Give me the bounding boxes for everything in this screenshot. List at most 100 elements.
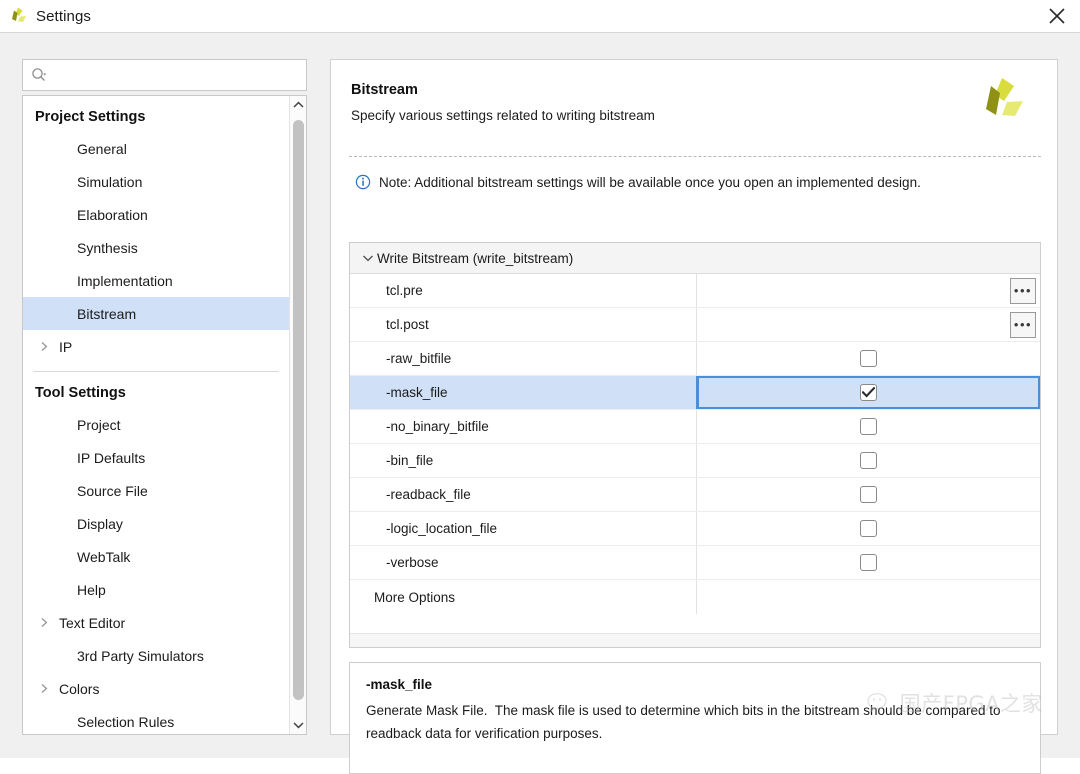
sidebar-item-help[interactable]: Help (23, 573, 289, 606)
vivado-logo-icon (975, 74, 1027, 126)
sidebar-item-elaboration[interactable]: Elaboration (23, 198, 289, 231)
option-value[interactable] (697, 376, 1040, 409)
table-row[interactable]: More Options (350, 580, 1040, 614)
option-value[interactable] (697, 546, 1040, 579)
note-text: Note: Additional bitstream settings will… (379, 174, 921, 190)
settings-navigation-pane: Project Settings General Simulation Elabora… (22, 59, 307, 735)
header-divider (349, 156, 1041, 157)
browse-ellipsis-button[interactable]: ••• (1010, 278, 1036, 304)
chevron-right-icon[interactable] (35, 617, 53, 628)
sidebar-item-simulation[interactable]: Simulation (23, 165, 289, 198)
sidebar-group-title: Tool Settings (35, 385, 126, 401)
search-icon (30, 66, 48, 84)
checkbox-unchecked[interactable] (860, 418, 877, 435)
option-value[interactable]: ••• (697, 274, 1040, 307)
chevron-right-icon[interactable] (35, 683, 53, 694)
sidebar-item-3rd-party-simulators[interactable]: 3rd Party Simulators (23, 639, 289, 672)
note-message: Note: Additional bitstream settings will… (331, 156, 1057, 204)
sidebar-item-label: Text Editor (59, 614, 126, 631)
sidebar-item-source-file[interactable]: Source File (23, 474, 289, 507)
sidebar-item-label: Simulation (77, 173, 143, 190)
sidebar-item-label: IP Defaults (77, 449, 146, 466)
sidebar-item-label: Display (77, 515, 123, 532)
sidebar-item-label: Synthesis (77, 239, 138, 256)
sidebar-group-divider (33, 371, 279, 372)
option-name: -logic_location_file (350, 512, 697, 545)
sidebar-item-colors[interactable]: Colors (23, 672, 289, 705)
option-value[interactable] (697, 580, 1040, 614)
sidebar-item-ip-defaults[interactable]: IP Defaults (23, 441, 289, 474)
table-row[interactable]: -raw_bitfile (350, 342, 1040, 376)
option-name: tcl.pre (350, 274, 697, 307)
options-table-rows: tcl.pre ••• tcl.post ••• -raw_bitfile -mask_f… (350, 274, 1040, 614)
search-box[interactable] (22, 59, 307, 91)
table-row[interactable]: tcl.pre ••• (350, 274, 1040, 308)
option-value[interactable] (697, 410, 1040, 443)
table-row[interactable]: -mask_file (350, 376, 1040, 410)
table-row[interactable]: -logic_location_file (350, 512, 1040, 546)
page-title: Bitstream (351, 82, 418, 98)
checkbox-unchecked[interactable] (860, 350, 877, 367)
sidebar-item-label: IP (59, 338, 73, 355)
sidebar-scrollbar[interactable] (289, 96, 306, 734)
sidebar-group-title: Project Settings (35, 109, 146, 125)
option-value[interactable] (697, 342, 1040, 375)
option-name: More Options (350, 580, 697, 614)
table-row[interactable]: -readback_file (350, 478, 1040, 512)
table-row[interactable]: -bin_file (350, 444, 1040, 478)
description-text: Generate Mask File. The mask file is use… (366, 703, 1005, 741)
checkbox-unchecked[interactable] (860, 554, 877, 571)
settings-tree-content: Project Settings General Simulation Elabora… (23, 96, 289, 734)
table-row[interactable]: tcl.post ••• (350, 308, 1040, 342)
sidebar-item-label: Selection Rules (77, 713, 175, 730)
browse-ellipsis-button[interactable]: ••• (1010, 312, 1036, 338)
close-button[interactable] (1034, 0, 1080, 32)
option-name: -bin_file (350, 444, 697, 477)
sidebar-item-synthesis[interactable]: Synthesis (23, 231, 289, 264)
sidebar-item-label: Project (77, 416, 121, 433)
sidebar-item-webtalk[interactable]: WebTalk (23, 540, 289, 573)
settings-detail-pane: Bitstream Specify various settings relat… (330, 59, 1058, 774)
scroll-up-arrow-icon[interactable] (290, 96, 306, 114)
option-name: -readback_file (350, 478, 697, 511)
window-title: Settings (36, 7, 91, 25)
sidebar-item-label: Help (77, 581, 106, 598)
page-subtitle: Specify various settings related to writ… (351, 108, 655, 123)
scroll-down-arrow-icon[interactable] (290, 716, 306, 734)
table-group-header[interactable]: Write Bitstream (write_bitstream) (350, 243, 1040, 274)
sidebar-scrollbar-thumb[interactable] (293, 120, 304, 700)
description-panel: -mask_file Generate Mask File. The mask … (349, 662, 1041, 774)
option-value[interactable]: ••• (697, 308, 1040, 341)
sidebar-item-implementation[interactable]: Implementation (23, 264, 289, 297)
sidebar-item-general[interactable]: General (23, 132, 289, 165)
option-name: -no_binary_bitfile (350, 410, 697, 443)
panel-header: Bitstream Specify various settings relat… (331, 60, 1057, 156)
option-value[interactable] (697, 478, 1040, 511)
checkbox-unchecked[interactable] (860, 520, 877, 537)
option-value[interactable] (697, 512, 1040, 545)
option-name: tcl.post (350, 308, 697, 341)
window-title-bar: Settings (0, 0, 1080, 32)
info-icon (355, 174, 371, 190)
sidebar-item-label: Elaboration (77, 206, 148, 223)
sidebar-item-project[interactable]: Project (23, 408, 289, 441)
sidebar-item-label: WebTalk (77, 548, 131, 565)
chevron-right-icon[interactable] (35, 341, 53, 352)
sidebar-item-label: General (77, 140, 127, 157)
sidebar-item-text-editor[interactable]: Text Editor (23, 606, 289, 639)
option-value[interactable] (697, 444, 1040, 477)
sidebar-item-label: Implementation (77, 272, 173, 289)
sidebar-item-ip[interactable]: IP (23, 330, 289, 363)
vivado-logo-icon (8, 6, 28, 26)
checkbox-unchecked[interactable] (860, 486, 877, 503)
table-row[interactable]: -no_binary_bitfile (350, 410, 1040, 444)
sidebar-item-selection-rules[interactable]: Selection Rules (23, 705, 289, 734)
table-row[interactable]: -verbose (350, 546, 1040, 580)
option-name: -verbose (350, 546, 697, 579)
checkbox-unchecked[interactable] (860, 452, 877, 469)
search-input[interactable] (48, 61, 288, 89)
checkbox-checked[interactable] (860, 384, 877, 401)
sidebar-item-display[interactable]: Display (23, 507, 289, 540)
sidebar-item-bitstream[interactable]: Bitstream (23, 297, 289, 330)
description-title: -mask_file (366, 677, 433, 692)
